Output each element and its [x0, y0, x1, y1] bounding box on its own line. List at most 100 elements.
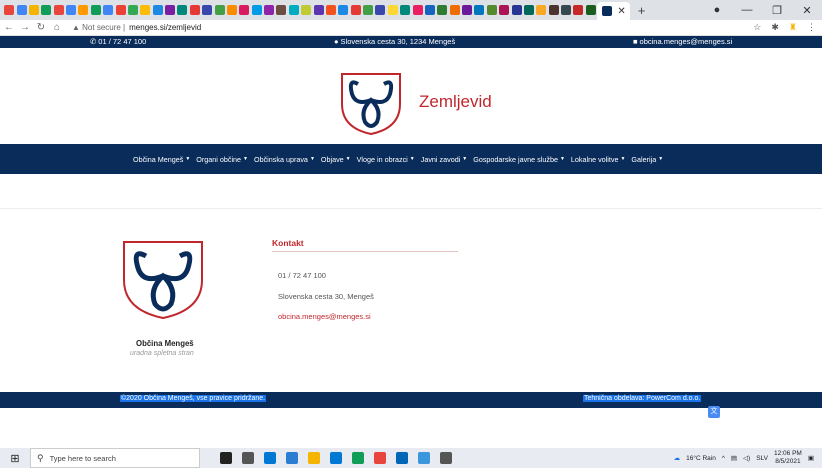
tab-favicon-icon[interactable] [499, 5, 510, 15]
tab-favicon-icon[interactable] [561, 5, 572, 15]
tab-favicon-icon[interactable] [350, 5, 361, 15]
contact-email-link[interactable]: obcina.menges@menges.si [278, 312, 371, 321]
tab-favicon-icon[interactable] [375, 5, 386, 15]
close-window-button[interactable]: ✕ [792, 4, 822, 17]
tab-favicon-icon[interactable] [313, 5, 324, 15]
tab-favicon-icon[interactable] [585, 5, 596, 15]
nav-item[interactable]: Objave ▼ [321, 155, 351, 164]
tab-favicon-icon[interactable] [424, 5, 435, 15]
taskbar-app-icon[interactable] [308, 452, 320, 464]
nav-item[interactable]: Občina Mengeš ▼ [133, 155, 190, 164]
tab-favicon-icon[interactable] [140, 5, 151, 15]
tray-chevron-icon[interactable]: ^ [722, 455, 725, 462]
arrow-left-icon[interactable]: ← [2, 22, 16, 33]
star-icon[interactable]: ☆ [753, 22, 761, 33]
arrow-right-icon[interactable]: → [18, 22, 32, 33]
tab-favicon-icon[interactable] [66, 5, 77, 15]
topbar-address[interactable]: ● Slovenska cesta 30, 1234 Mengeš [334, 37, 455, 46]
profile-icon[interactable]: ● [702, 4, 732, 16]
tab-favicon-icon[interactable] [78, 5, 89, 15]
taskbar-search-input[interactable]: ⚲ Type here to search [30, 448, 200, 468]
topbar-phone[interactable]: ✆ 01 / 72 47 100 [90, 37, 146, 46]
tab-favicon-icon[interactable] [573, 5, 584, 15]
taskbar-app-icon[interactable] [220, 452, 232, 464]
coat-of-arms-logo[interactable] [338, 70, 404, 136]
tab-favicon-icon[interactable] [449, 5, 460, 15]
tab-favicon-icon[interactable] [214, 5, 225, 15]
tab-favicon-icon[interactable] [115, 5, 126, 15]
weather-icon[interactable]: ☁ [674, 454, 681, 462]
taskbar-app-icon[interactable] [286, 452, 298, 464]
tab-favicon-icon[interactable] [251, 5, 262, 15]
taskbar-app-icon[interactable] [396, 452, 408, 464]
nav-item[interactable]: Galerija ▼ [631, 155, 663, 164]
tab-favicon-icon[interactable] [486, 5, 497, 15]
taskbar-app-icon[interactable] [352, 452, 364, 464]
tab-favicon-icon[interactable] [16, 5, 27, 15]
tab-favicon-icon[interactable] [177, 5, 188, 15]
tab-favicon-icon[interactable] [4, 5, 15, 15]
tab-favicon-icon[interactable] [474, 5, 485, 15]
tab-favicon-icon[interactable] [127, 5, 138, 15]
puzzle-icon[interactable]: ✱ [771, 22, 779, 33]
tab-favicon-icon[interactable] [400, 5, 411, 15]
tab-favicon-icon[interactable] [288, 5, 299, 15]
tab-favicon-icon[interactable] [325, 5, 336, 15]
weather-text[interactable]: 16°C Rain [686, 455, 716, 462]
menu-dots-icon[interactable]: ⋮ [807, 22, 816, 33]
nav-item[interactable]: Organi občine ▼ [196, 155, 248, 164]
tab-favicon-icon[interactable] [152, 5, 163, 15]
tab-favicon-icon[interactable] [363, 5, 374, 15]
topbar-email[interactable]: ■ obcina.menges@menges.si [633, 37, 732, 46]
language-indicator[interactable]: SLV [756, 455, 768, 462]
tab-favicon-icon[interactable] [90, 5, 101, 15]
taskbar-app-icon[interactable] [264, 452, 276, 464]
taskbar-app-icon[interactable] [242, 452, 254, 464]
maximize-button[interactable]: ❐ [762, 4, 792, 17]
new-tab-button[interactable]: + [638, 3, 646, 18]
minimize-button[interactable]: — [732, 4, 762, 16]
windows-start-button[interactable]: ⊞ [0, 448, 30, 468]
extension-icon[interactable]: ♜ [789, 22, 797, 33]
tab-favicon-icon[interactable] [165, 5, 176, 15]
not-secure-badge[interactable]: ▲ Not secure | [72, 23, 125, 32]
footer-credit[interactable]: Tehnična obdelava: PowerCom d.o.o. [583, 395, 702, 402]
tab-favicon-icon[interactable] [202, 5, 213, 15]
nav-item[interactable]: Javni zavodi ▼ [421, 155, 468, 164]
tab-favicon-icon[interactable] [264, 5, 275, 15]
tab-favicon-icon[interactable] [301, 5, 312, 15]
taskbar-app-icon[interactable] [418, 452, 430, 464]
taskbar-app-icon[interactable] [374, 452, 386, 464]
taskbar-app-icon[interactable] [440, 452, 452, 464]
tab-favicon-icon[interactable] [511, 5, 522, 15]
url-input[interactable]: menges.si/zemljevid [129, 23, 201, 32]
tab-favicon-icon[interactable] [437, 5, 448, 15]
volume-icon[interactable]: ◁) [743, 454, 750, 462]
reload-icon[interactable]: ↻ [34, 22, 48, 33]
tab-favicon-icon[interactable] [41, 5, 52, 15]
tab-favicon-icon[interactable] [53, 5, 64, 15]
network-icon[interactable]: ▤ [731, 454, 737, 462]
tab-favicon-icon[interactable] [387, 5, 398, 15]
active-tab[interactable]: ✕ [597, 2, 630, 20]
tab-favicon-icon[interactable] [189, 5, 200, 15]
tab-favicon-icon[interactable] [338, 5, 349, 15]
tab-favicon-icon[interactable] [226, 5, 237, 15]
nav-item[interactable]: Lokalne volitve ▼ [571, 155, 626, 164]
nav-item[interactable]: Vloge in obrazci ▼ [357, 155, 415, 164]
tab-favicon-icon[interactable] [103, 5, 114, 15]
tab-favicon-icon[interactable] [276, 5, 287, 15]
tab-favicon-icon[interactable] [412, 5, 423, 15]
nav-item[interactable]: Gospodarske javne službe ▼ [473, 155, 565, 164]
translate-icon[interactable]: 文 [708, 406, 720, 418]
nav-item[interactable]: Občinska uprava ▼ [254, 155, 315, 164]
tab-favicon-icon[interactable] [548, 5, 559, 15]
home-icon[interactable]: ⌂ [50, 22, 64, 33]
taskbar-app-icon[interactable] [330, 452, 342, 464]
tab-favicon-icon[interactable] [462, 5, 473, 15]
tab-favicon-icon[interactable] [28, 5, 39, 15]
notifications-icon[interactable]: ▣ [808, 454, 814, 462]
tab-favicon-icon[interactable] [536, 5, 547, 15]
clock[interactable]: 12:06 PM 8/5/2021 [774, 450, 802, 466]
close-tab-icon[interactable]: ✕ [617, 6, 625, 17]
